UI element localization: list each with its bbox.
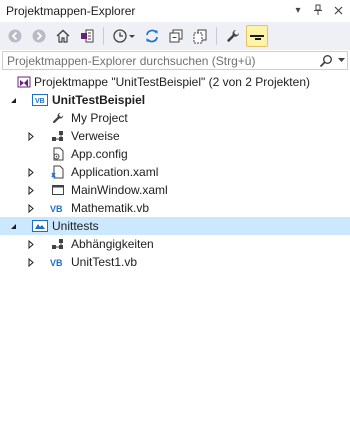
references-icon [50,128,66,144]
tree-row-project-unittests[interactable]: Unittests [0,217,350,235]
tree-row-project-unittestbeispiel[interactable]: VB UnitTestBeispiel [0,91,350,109]
project-label: UnitTestBeispiel [52,93,146,107]
search-icon [319,54,332,67]
vb-project-icon: VB [32,92,48,108]
close-icon[interactable] [332,3,344,17]
window-position-dropdown-icon[interactable]: ▾ [292,3,304,17]
properties-button[interactable] [222,25,244,47]
xaml-file-icon [50,164,66,180]
search-dropdown-button[interactable] [317,52,335,69]
collapse-all-button[interactable] [165,25,187,47]
dependencies-icon [50,236,66,252]
sync-icon [146,29,158,43]
chevron-down-icon [337,58,345,62]
wrench-icon [227,30,240,42]
search-input[interactable]: Projektmappen-Explorer durchsuchen (Strg… [7,54,317,68]
tree-row-unittest1-vb[interactable]: VB UnitTest1.vb [0,253,350,271]
back-button[interactable] [4,25,26,47]
tree-item-label: My Project [71,111,128,125]
window-file-icon [50,182,66,198]
title-bar: Projektmappen-Explorer ▾ [0,0,350,21]
tree-row-solution[interactable]: Projektmappe "UnitTestBeispiel" (2 von 2… [0,73,350,91]
vb-file-icon: VB [50,200,66,216]
tree-item-label: Abhängigkeiten [71,237,154,251]
pin-icon[interactable] [312,3,324,17]
svg-text:VB: VB [50,204,63,214]
tree-row-mathematik-vb[interactable]: VB Mathematik.vb [0,199,350,217]
toolbar-separator [216,27,217,45]
tree-item-label: Mathematik.vb [71,201,150,215]
collapsed-arrow-icon[interactable] [26,185,36,195]
svg-text:VB: VB [35,98,45,105]
svg-text:VB: VB [50,258,63,268]
show-all-files-icon [193,29,207,44]
home-icon [56,29,70,43]
search-options-dropdown[interactable] [335,52,347,69]
config-file-icon [50,146,66,162]
expanded-arrow-icon[interactable] [8,95,18,105]
preview-selected-items-button[interactable] [246,25,268,47]
collapsed-arrow-icon[interactable] [26,167,36,177]
tree-item-label: Application.xaml [71,165,159,179]
tree-row-app-config[interactable]: App.config [0,145,350,163]
tree-item-label: Verweise [71,129,120,143]
tree-row-application-xaml[interactable]: Application.xaml [0,163,350,181]
home-button[interactable] [52,25,74,47]
test-project-icon [32,218,48,234]
clock-dropdown-icon [113,29,135,43]
collapsed-arrow-icon[interactable] [26,239,36,249]
project-label: Unittests [52,219,99,233]
forward-button[interactable] [28,25,50,47]
forward-icon [32,29,46,43]
show-all-files-button[interactable] [189,25,211,47]
tree-row-mainwindow-xaml[interactable]: MainWindow.xaml [0,181,350,199]
toolbar-separator [103,27,104,45]
tree-item-label: UnitTest1.vb [71,255,138,269]
window-title: Projektmappen-Explorer [6,3,136,18]
tree-row-my-project[interactable]: My Project [0,109,350,127]
tree-row-verweise[interactable]: Verweise [0,127,350,145]
switch-views-icon [81,29,94,43]
sync-button[interactable] [141,25,163,47]
collapsed-arrow-icon[interactable] [26,131,36,141]
preview-icon [250,35,264,40]
vb-file-icon: VB [50,254,66,270]
search-box[interactable]: Projektmappen-Explorer durchsuchen (Strg… [2,51,348,70]
collapsed-arrow-icon[interactable] [26,203,36,213]
solution-icon [16,74,32,90]
switch-views-button[interactable] [76,25,98,47]
collapsed-arrow-icon[interactable] [26,257,36,267]
tree-item-label: App.config [71,147,128,161]
solution-tree: Projektmappe "UnitTestBeispiel" (2 von 2… [0,73,350,271]
solution-label: Projektmappe "UnitTestBeispiel" (2 von 2… [34,75,310,89]
wrench-icon [50,110,66,126]
back-icon [8,29,22,43]
toolbar [0,22,350,50]
collapse-all-icon [169,29,183,43]
expanded-arrow-icon[interactable] [8,221,18,231]
tree-row-abhaengigkeiten[interactable]: Abhängigkeiten [0,235,350,253]
tree-item-label: MainWindow.xaml [71,183,168,197]
pending-changes-filter-button[interactable] [109,25,139,47]
